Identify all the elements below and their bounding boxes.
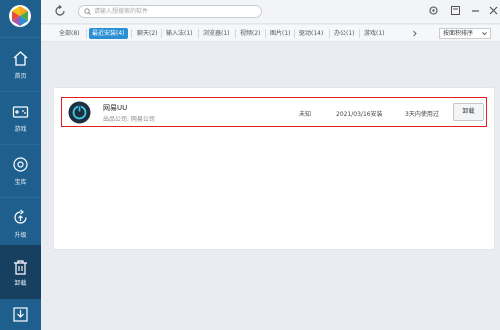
tab-recent[interactable]: 最近安装(4) <box>89 28 128 39</box>
trash-icon <box>14 260 27 275</box>
sidebar-item-treasure[interactable]: 宝库 <box>0 148 41 198</box>
tab-office[interactable]: 办公(1) <box>331 28 358 39</box>
top-bar <box>41 0 500 24</box>
main-content: 网易UU 出品公司: 网易公司 未知 2021/03/16安装 3天内使用过 卸… <box>41 42 500 330</box>
sort-label: 按面积排序 <box>443 30 474 37</box>
gamepad-icon <box>12 106 29 118</box>
minimize-icon[interactable] <box>470 5 481 16</box>
category-tabs: 全部(8) 最近安装(4) 聊天(2) 输入法(1) 浏览器(1) 视频(2) … <box>41 25 500 42</box>
restore-icon[interactable] <box>450 5 461 16</box>
download-icon <box>13 307 28 322</box>
sidebar-item-label: 卸载 <box>14 280 27 287</box>
settings-icon[interactable] <box>428 5 439 16</box>
app-install-date: 2021/03/16安装 <box>336 111 383 118</box>
upgrade-icon <box>14 209 27 224</box>
sidebar-item-upgrade[interactable]: 升级 <box>0 201 41 251</box>
tab-ime[interactable]: 输入法(1) <box>163 28 196 39</box>
search-icon <box>84 8 91 15</box>
app-row[interactable]: 网易UU 出品公司: 网易公司 未知 2021/03/16安装 3天内使用过 卸… <box>61 97 487 127</box>
tab-driver[interactable]: 驱动(14) <box>296 28 326 39</box>
app-usage: 3天内使用过 <box>405 111 439 118</box>
treasure-icon <box>13 157 28 172</box>
tab-game[interactable]: 游戏(1) <box>361 28 388 39</box>
uninstall-button[interactable]: 卸载 <box>453 103 484 121</box>
chevron-right-icon[interactable] <box>412 28 418 39</box>
uu-app-icon <box>68 101 91 124</box>
app-logo-icon <box>9 5 31 27</box>
app-name: 网易UU <box>103 104 128 112</box>
home-icon <box>13 51 28 66</box>
tab-video[interactable]: 视频(2) <box>237 28 264 39</box>
sidebar-item-label: 首页 <box>14 73 27 80</box>
tab-chat[interactable]: 聊天(2) <box>134 28 161 39</box>
tab-image[interactable]: 图片(1) <box>267 28 294 39</box>
sidebar-item-uninstall[interactable]: 卸载 <box>0 245 41 299</box>
tab-all[interactable]: 全部(8) <box>56 28 83 39</box>
sidebar-item-home[interactable]: 首页 <box>0 42 41 92</box>
sidebar-item-download[interactable] <box>0 300 41 330</box>
sort-dropdown[interactable]: 按面积排序 <box>439 28 491 39</box>
app-size: 未知 <box>299 111 312 118</box>
sidebar-item-games[interactable]: 游戏 <box>0 95 41 145</box>
chevron-down-icon <box>482 32 487 36</box>
app-publisher: 出品公司: 网易公司 <box>103 116 155 123</box>
search-box[interactable] <box>78 5 262 18</box>
sidebar-item-label: 游戏 <box>14 126 27 133</box>
search-input[interactable] <box>94 7 254 16</box>
close-icon[interactable] <box>488 5 499 16</box>
sidebar-item-label: 升级 <box>14 232 27 239</box>
sidebar-item-label: 宝库 <box>14 179 27 186</box>
refresh-icon[interactable] <box>54 5 66 17</box>
app-list: 网易UU 出品公司: 网易公司 未知 2021/03/16安装 3天内使用过 卸… <box>53 87 495 250</box>
sidebar: 首页 游戏 宝库 升级 卸载 <box>0 0 41 330</box>
tab-browser[interactable]: 浏览器(1) <box>200 28 233 39</box>
